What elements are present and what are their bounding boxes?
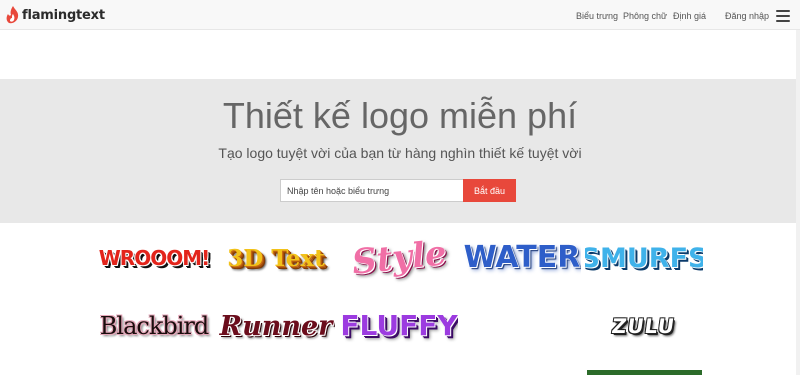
- hamburger-icon[interactable]: [776, 10, 790, 22]
- logo-label: WROOOM!: [98, 246, 210, 270]
- flame-icon: [6, 6, 19, 24]
- logo-tile-style[interactable]: Style: [340, 230, 458, 286]
- logo-tile-smurfs[interactable]: SMURFS: [585, 230, 703, 286]
- logo-tile-3d-text[interactable]: 3D Text: [217, 230, 335, 286]
- logo-label: ZULU: [610, 314, 678, 338]
- hero-subtitle: Tạo logo tuyệt vời của bạn từ hàng nghìn…: [218, 145, 582, 161]
- logo-tile-partial[interactable]: [587, 370, 702, 375]
- logo-tile-loading[interactable]: [463, 298, 581, 354]
- top-navbar: flamingtext Biểu trưng Phông chữ Định gi…: [0, 0, 800, 30]
- nav-pricing[interactable]: Định giá: [673, 10, 706, 22]
- logo-label: Runner: [219, 310, 333, 342]
- logo-label: Style: [349, 233, 449, 283]
- brand-name: flamingtext: [22, 7, 105, 23]
- logo-tile-zulu[interactable]: ZULU: [585, 298, 703, 354]
- brand-logo-link[interactable]: flamingtext: [6, 5, 105, 25]
- logo-label: Blackbird: [99, 312, 209, 340]
- logo-name-input[interactable]: [280, 179, 464, 202]
- logo-tile-blackbird[interactable]: Blackbird: [95, 298, 213, 354]
- nav-logos[interactable]: Biểu trưng: [576, 10, 618, 22]
- logo-label: 3D Text: [227, 244, 325, 272]
- logo-tile-wrooom[interactable]: WROOOM!: [95, 230, 213, 286]
- nav-fonts[interactable]: Phông chữ: [623, 10, 667, 22]
- logo-label: FLUFFY: [340, 309, 458, 342]
- logo-label: WATER: [463, 240, 581, 275]
- logo-tile-water[interactable]: WATER: [463, 230, 581, 286]
- logo-tile-fluffy[interactable]: FLUFFY: [340, 298, 458, 354]
- scrollbar-track[interactable]: [796, 30, 800, 375]
- nav-login[interactable]: Đăng nhập: [725, 10, 769, 22]
- logo-tile-runner[interactable]: Runner: [217, 298, 335, 354]
- start-button[interactable]: Bắt đầu: [463, 179, 516, 202]
- logo-label: SMURFS: [585, 242, 703, 274]
- hero-title: Thiết kế logo miễn phí: [222, 95, 578, 136]
